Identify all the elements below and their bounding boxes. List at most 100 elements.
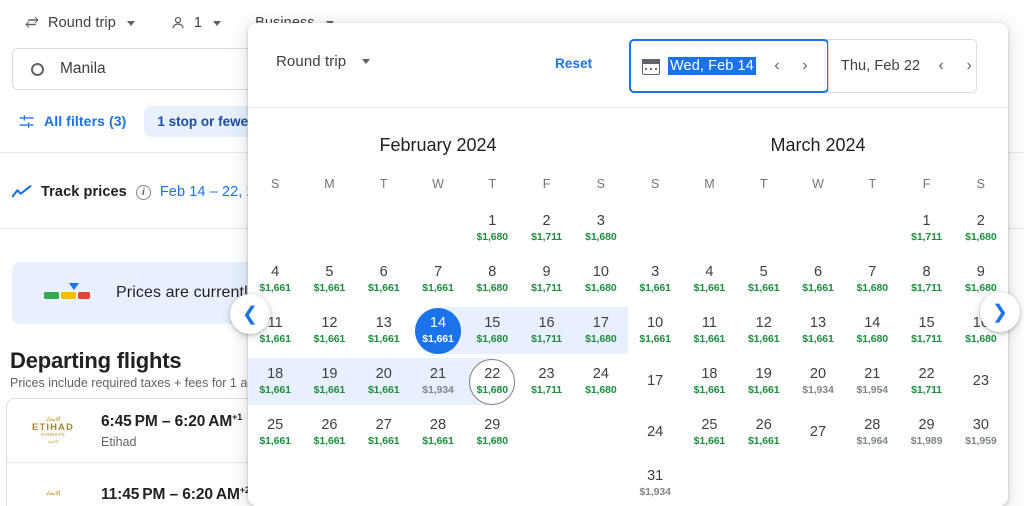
calendar-day-number: 17 <box>647 373 664 390</box>
calendar-day-cell[interactable]: 28 $1,964 <box>845 407 899 458</box>
calendar-day-inner: 17 <box>632 359 678 405</box>
calendar-day-cell[interactable]: 15 $1,680 <box>465 305 520 356</box>
return-date-field[interactable]: Thu, Feb 22 ‹ › <box>827 40 991 92</box>
calendar-day-cell[interactable]: 21 $1,934 <box>410 356 466 407</box>
origin-input[interactable]: Manila <box>60 60 106 78</box>
calendar-day-price: $1,661 <box>367 434 400 447</box>
calendar-day-inner: 29 $1,680 <box>469 410 515 456</box>
calendar-day-cell[interactable]: 9 $1,711 <box>519 254 573 305</box>
calendar-day-cell[interactable]: 20 $1,661 <box>356 356 411 407</box>
calendar-day-price: $1,661 <box>639 332 671 345</box>
calendar-day-cell[interactable]: 22 $1,680 <box>465 356 519 407</box>
calendar-week-row: 11 $1,661 12 $1,661 13 $1,661 14 $1,661 15 $1,680… <box>248 305 628 356</box>
calendar-day-cell[interactable]: 27 <box>791 407 845 458</box>
calendar-day-cell[interactable]: 11 $1,661 <box>682 305 736 356</box>
calendar-day-cell[interactable]: 28 $1,661 <box>411 407 465 458</box>
chevron-down-icon <box>126 20 135 26</box>
calendar-day-cell[interactable]: 13 $1,661 <box>357 305 411 356</box>
calendar-day-cell[interactable]: 12 $1,661 <box>737 305 791 356</box>
return-prev-day-button[interactable]: ‹ <box>928 53 954 79</box>
calendar-day-price: $1,661 <box>313 332 346 345</box>
calendar-day-price: $1,661 <box>259 281 291 294</box>
calendar-day-cell[interactable]: 24 <box>628 407 682 458</box>
calendar-day-cell[interactable]: 21 $1,954 <box>845 356 899 407</box>
month-title: February 2024 <box>379 135 497 155</box>
calendar-day-cell[interactable]: 30 $1,959 <box>954 407 1008 458</box>
calendar-day-number: 24 <box>647 424 664 441</box>
departure-next-day-button[interactable]: › <box>792 53 818 79</box>
calendar-day-cell[interactable]: 23 $1,711 <box>519 356 573 407</box>
departure-date-field[interactable]: Wed, Feb 14 ‹ › <box>629 39 829 93</box>
calendar-day-cell[interactable]: 5 $1,661 <box>302 254 356 305</box>
trip-type-selector[interactable]: Round trip <box>14 6 144 40</box>
calendar-day-cell[interactable]: 1 $1,680 <box>465 203 519 254</box>
calendar-day-cell[interactable]: 22 $1,711 <box>899 356 953 407</box>
calendar-empty-cell <box>791 458 845 506</box>
calendar-day-cell[interactable]: 24 $1,680 <box>574 356 628 407</box>
departure-date-value[interactable]: Wed, Feb 14 <box>668 57 756 75</box>
next-months-button[interactable]: ❯ <box>980 292 1020 332</box>
calendar-day-number: 15 <box>918 315 935 332</box>
return-date-value[interactable]: Thu, Feb 22 <box>841 58 920 74</box>
calendar-day-cell[interactable]: 10 $1,661 <box>628 305 682 356</box>
calendar-day-cell[interactable]: 5 $1,661 <box>737 254 791 305</box>
calendar-day-cell[interactable]: 7 $1,661 <box>411 254 465 305</box>
calendar-day-cell[interactable]: 29 $1,989 <box>899 407 953 458</box>
calendar-day-price: $1,661 <box>422 434 454 447</box>
calendar-day-cell[interactable]: 8 $1,680 <box>465 254 519 305</box>
calendar-day-cell[interactable]: 25 $1,661 <box>682 407 736 458</box>
calendar-day-price: $1,680 <box>476 230 509 243</box>
previous-months-button[interactable]: ❮ <box>230 294 270 334</box>
calendar-day-cell[interactable]: 13 $1,661 <box>791 305 845 356</box>
calendar-day-inner: 5 $1,661 <box>306 257 352 303</box>
calendar-day-inner: 2 $1,680 <box>958 206 1004 252</box>
calendar-day-number: 4 <box>271 264 280 281</box>
calendar-day-cell[interactable]: 17 $1,680 <box>573 305 628 356</box>
calendar-day-inner: 31 $1,934 <box>632 461 678 506</box>
calendar-day-cell[interactable]: 3 $1,680 <box>574 203 628 254</box>
calendar-day-cell[interactable]: 7 $1,680 <box>845 254 899 305</box>
calendar-day-inner: 6 $1,661 <box>795 257 841 303</box>
calendar-day-cell[interactable]: 20 $1,934 <box>791 356 845 407</box>
calendar-day-cell[interactable]: 14 $1,661 <box>411 305 466 356</box>
calendar-day-cell[interactable]: 26 $1,661 <box>737 407 791 458</box>
calendar-day-inner: 27 <box>795 410 841 456</box>
passengers-selector[interactable]: 1 <box>160 6 230 40</box>
calendar-day-cell[interactable]: 18 $1,661 <box>248 356 303 407</box>
calendar-day-inner: 13 $1,661 <box>795 308 841 354</box>
calendar-day-cell[interactable]: 23 <box>954 356 1008 407</box>
calendar-day-inner: 3 $1,680 <box>578 206 624 252</box>
info-icon[interactable]: i <box>135 184 151 200</box>
calendar-day-cell[interactable]: 19 $1,661 <box>737 356 791 407</box>
departure-prev-day-button[interactable]: ‹ <box>764 53 790 79</box>
calendar-day-cell[interactable]: 3 $1,661 <box>628 254 682 305</box>
calendar-day-number: 11 <box>701 315 717 332</box>
calendar-day-cell[interactable]: 6 $1,661 <box>791 254 845 305</box>
calendar-day-cell[interactable]: 14 $1,680 <box>845 305 899 356</box>
calendar-day-cell[interactable]: 29 $1,680 <box>465 407 519 458</box>
calendar-day-cell[interactable]: 12 $1,661 <box>302 305 356 356</box>
all-filters-button[interactable]: All filters (3) <box>12 113 132 130</box>
calendar-day-cell[interactable]: 15 $1,711 <box>899 305 953 356</box>
calendar-day-inner: 24 $1,680 <box>578 359 624 405</box>
calendar-day-cell[interactable]: 17 <box>628 356 682 407</box>
calendar-day-cell[interactable]: 2 $1,711 <box>519 203 573 254</box>
calendar-day-cell[interactable]: 10 $1,680 <box>574 254 628 305</box>
calendar-day-cell[interactable]: 1 $1,711 <box>899 203 953 254</box>
calendar-day-number: 18 <box>701 366 718 383</box>
calendar-day-cell[interactable]: 18 $1,661 <box>682 356 736 407</box>
return-next-day-button[interactable]: › <box>956 53 982 79</box>
reset-button[interactable]: Reset <box>555 56 592 71</box>
calendar-day-cell[interactable]: 26 $1,661 <box>302 407 356 458</box>
calendar-day-cell[interactable]: 31 $1,934 <box>628 458 682 506</box>
calendar-empty-cell <box>682 203 736 254</box>
panel-trip-type-selector[interactable]: Round trip <box>276 53 371 70</box>
calendar-day-cell[interactable]: 16 $1,711 <box>519 305 574 356</box>
calendar-day-cell[interactable]: 4 $1,661 <box>682 254 736 305</box>
calendar-day-cell[interactable]: 27 $1,661 <box>357 407 411 458</box>
calendar-day-cell[interactable]: 6 $1,661 <box>357 254 411 305</box>
calendar-day-cell[interactable]: 19 $1,661 <box>302 356 357 407</box>
calendar-day-cell[interactable]: 25 $1,661 <box>248 407 302 458</box>
calendar-day-cell[interactable]: 8 $1,711 <box>899 254 953 305</box>
calendar-day-cell[interactable]: 2 $1,680 <box>954 203 1008 254</box>
